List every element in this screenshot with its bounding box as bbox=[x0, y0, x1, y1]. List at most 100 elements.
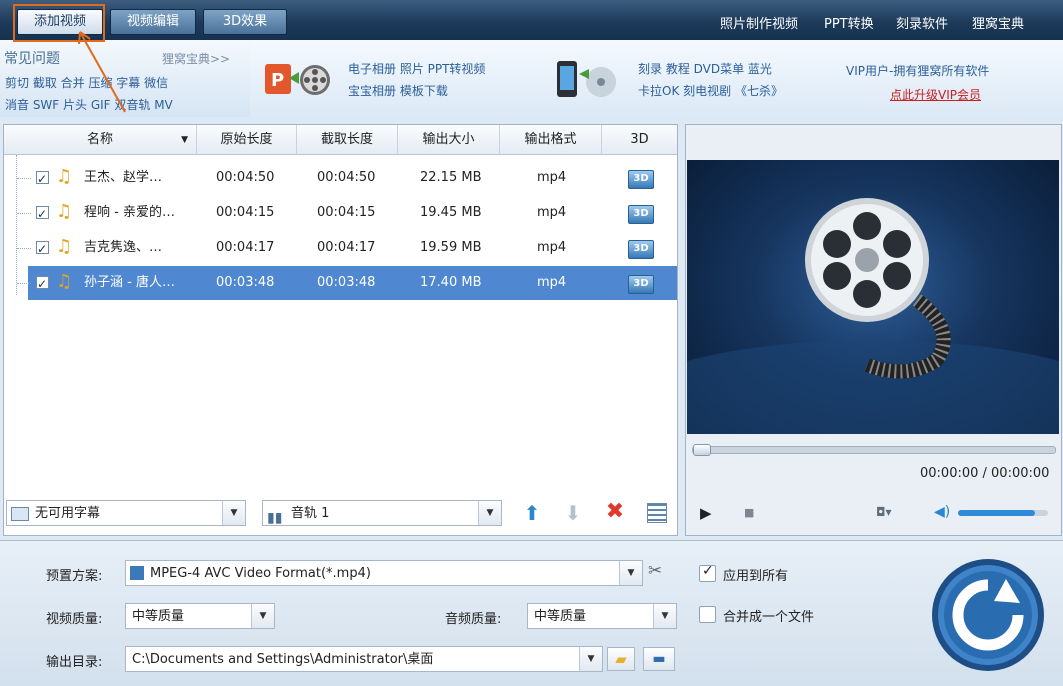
audio-quality-label: 音频质量: bbox=[445, 612, 502, 627]
chevron-down-icon[interactable]: ▼ bbox=[251, 604, 274, 628]
tree-branch bbox=[17, 213, 31, 215]
3d-badge-icon[interactable]: 3D bbox=[628, 275, 654, 294]
subtitle-select[interactable]: 无可用字幕 ▼ bbox=[6, 500, 246, 526]
svg-text:P: P bbox=[271, 70, 284, 91]
cell-size: 19.45 MB bbox=[420, 205, 482, 220]
tree-line bbox=[16, 155, 18, 295]
stop-icon[interactable]: ■ bbox=[744, 506, 754, 519]
delete-icon[interactable]: ✖ bbox=[604, 501, 626, 523]
preset-select[interactable]: MPEG-4 AVC Video Format(*.mp4) ▼ bbox=[125, 560, 643, 586]
time-readout: 00:00:00 / 00:00:00 bbox=[920, 466, 1050, 481]
play-icon[interactable]: ▶ bbox=[700, 504, 712, 522]
seek-bar[interactable] bbox=[692, 444, 1056, 456]
file-list-panel: 名称 ▼ 原始长度 截取长度 输出大小 输出格式 3D ♫ 王杰、赵学… 00:04… bbox=[3, 124, 678, 536]
promo-b-line-1[interactable]: 刻录 教程 DVD菜单 蓝光 bbox=[638, 60, 772, 77]
3d-badge-icon[interactable]: 3D bbox=[628, 170, 654, 189]
chevron-down-icon[interactable]: ▼ bbox=[579, 647, 602, 671]
move-up-icon[interactable]: ⬆ bbox=[522, 502, 542, 524]
music-note-icon: ♫ bbox=[56, 236, 73, 257]
row-checkbox[interactable] bbox=[36, 232, 49, 266]
music-note-icon: ♫ bbox=[56, 201, 73, 222]
format-icon bbox=[130, 566, 144, 580]
cell-orig: 00:03:48 bbox=[216, 275, 275, 290]
col-header-size[interactable]: 输出大小 bbox=[398, 125, 500, 155]
chevron-down-icon[interactable]: ▼ bbox=[653, 604, 676, 628]
clear-list-icon[interactable] bbox=[647, 503, 667, 523]
music-note-icon: ♫ bbox=[56, 166, 73, 187]
tree-branch bbox=[17, 248, 31, 250]
ppt-video-icon[interactable]: P bbox=[263, 58, 333, 100]
col-header-name[interactable]: 名称 ▼ bbox=[4, 125, 197, 155]
cell-fmt: mp4 bbox=[537, 205, 567, 220]
merge-checkbox[interactable] bbox=[699, 606, 716, 623]
3d-badge-icon[interactable]: 3D bbox=[628, 240, 654, 259]
col-name-label: 名称 bbox=[86, 132, 113, 147]
cell-cut: 00:04:15 bbox=[317, 205, 376, 220]
preset-label: 预置方案: bbox=[46, 569, 103, 584]
tab-3d-effect[interactable]: 3D效果 bbox=[203, 9, 287, 35]
apply-all-label: 应用到所有 bbox=[723, 569, 789, 584]
video-quality-value: 中等质量 bbox=[132, 609, 185, 624]
link-burn-software[interactable]: 刻录软件 bbox=[896, 13, 948, 32]
convert-button[interactable] bbox=[930, 557, 1046, 673]
link-liwo-guide[interactable]: 狸窝宝典 bbox=[972, 13, 1024, 32]
browse-folder-icon[interactable]: ▰ bbox=[607, 647, 635, 671]
file-name: 吉克隽逸、… bbox=[84, 240, 163, 255]
tree-branch bbox=[17, 178, 31, 180]
file-name: 王杰、赵学… bbox=[84, 170, 163, 185]
promo-a-line-1[interactable]: 电子相册 照片 PPT转视频 bbox=[348, 60, 485, 77]
film-reel-icon bbox=[613, 198, 1063, 480]
dvd-burn-icon[interactable] bbox=[555, 58, 625, 100]
cell-cut: 00:04:50 bbox=[317, 170, 376, 185]
row-checkbox[interactable] bbox=[36, 162, 49, 196]
volume-slider[interactable] bbox=[958, 510, 1048, 516]
settings-wrench-icon[interactable]: ✂ bbox=[648, 561, 662, 581]
audio-track-value: 音轨 1 bbox=[291, 506, 330, 521]
cell-orig: 00:04:50 bbox=[216, 170, 275, 185]
table-row[interactable]: ♫ 程响 - 亲爱的… 00:04:15 00:04:15 19.45 MB mp4 3D bbox=[4, 196, 677, 231]
file-name: 程响 - 亲爱的… bbox=[84, 205, 175, 220]
seek-handle[interactable] bbox=[693, 444, 711, 456]
table-row[interactable]: ♫ 吉克隽逸、… 00:04:17 00:04:17 19.59 MB mp4 3D bbox=[4, 231, 677, 266]
preset-value: MPEG-4 AVC Video Format(*.mp4) bbox=[150, 566, 371, 581]
output-dir-label: 输出目录: bbox=[46, 655, 103, 670]
chevron-down-icon[interactable]: ▼ bbox=[478, 501, 501, 525]
row-checkbox[interactable] bbox=[36, 197, 49, 231]
chevron-down-icon[interactable]: ▼ bbox=[222, 501, 245, 525]
vip-upgrade-link[interactable]: 点此升级VIP会员 bbox=[890, 86, 981, 103]
cell-orig: 00:04:15 bbox=[216, 205, 275, 220]
cell-cut: 00:03:48 bbox=[317, 275, 376, 290]
chevron-down-icon[interactable]: ▼ bbox=[619, 561, 642, 585]
cell-fmt: mp4 bbox=[537, 275, 567, 290]
cell-size: 17.40 MB bbox=[420, 275, 482, 290]
promo-b-line-2[interactable]: 卡拉OK 刻电视剧 《七杀》 bbox=[638, 82, 783, 99]
move-down-icon[interactable]: ⬇ bbox=[563, 502, 583, 524]
col-header-orig[interactable]: 原始长度 bbox=[197, 125, 297, 155]
sort-dropdown-icon[interactable]: ▼ bbox=[181, 125, 188, 155]
col-header-3d[interactable]: 3D bbox=[602, 125, 677, 155]
output-dir-input[interactable]: C:\Documents and Settings\Administrator\… bbox=[125, 646, 603, 672]
audio-track-select[interactable]: ▮▮ 音轨 1 ▼ bbox=[262, 500, 502, 526]
open-folder-icon[interactable]: ▬ bbox=[643, 647, 675, 671]
link-ppt-convert[interactable]: PPT转换 bbox=[824, 13, 874, 32]
cell-cut: 00:04:17 bbox=[317, 240, 376, 255]
annotation-arrow bbox=[78, 31, 126, 113]
table-row[interactable]: ♫ 孙子涵 - 唐人… 00:03:48 00:03:48 17.40 MB mp4 3D bbox=[17, 266, 677, 301]
row-checkbox[interactable] bbox=[36, 267, 49, 301]
cell-size: 19.59 MB bbox=[420, 240, 482, 255]
apply-all-checkbox[interactable]: ✓ bbox=[699, 563, 716, 582]
snapshot-icon[interactable]: ◘▾ bbox=[876, 505, 892, 519]
promo-a-line-2[interactable]: 宝宝相册 模板下载 bbox=[348, 82, 448, 99]
link-photo-video[interactable]: 照片制作视频 bbox=[720, 13, 798, 32]
volume-level bbox=[958, 510, 1035, 516]
audio-quality-select[interactable]: 中等质量 ▼ bbox=[527, 603, 677, 629]
video-preview bbox=[613, 160, 1063, 480]
cell-fmt: mp4 bbox=[537, 240, 567, 255]
table-row[interactable]: ♫ 王杰、赵学… 00:04:50 00:04:50 22.15 MB mp4 3D bbox=[4, 161, 677, 196]
subtitle-icon bbox=[11, 507, 29, 521]
3d-badge-icon[interactable]: 3D bbox=[628, 205, 654, 224]
col-header-cut[interactable]: 截取长度 bbox=[297, 125, 398, 155]
volume-icon[interactable]: ◀) bbox=[934, 504, 950, 520]
video-quality-select[interactable]: 中等质量 ▼ bbox=[125, 603, 275, 629]
col-header-format[interactable]: 输出格式 bbox=[500, 125, 602, 155]
